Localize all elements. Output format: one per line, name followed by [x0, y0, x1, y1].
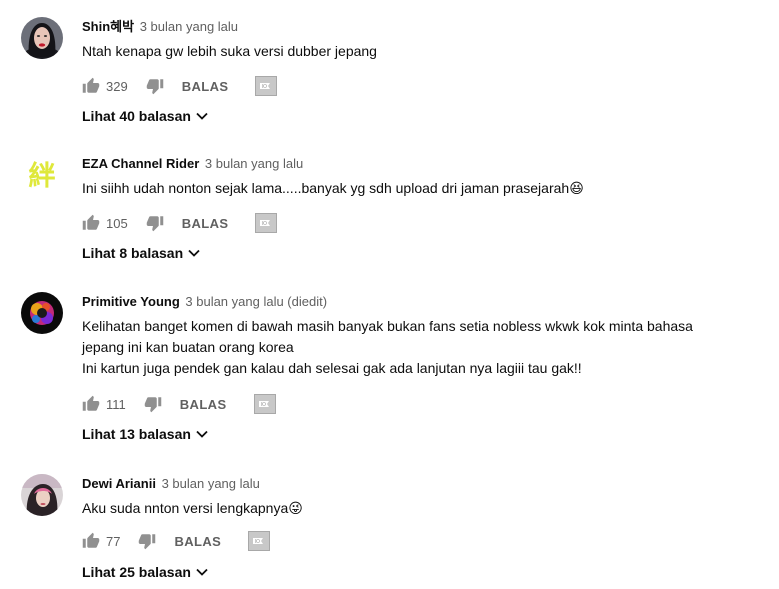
avatar-colorful-logo-icon [21, 292, 63, 334]
comment-text: Ntah kenapa gw lebih suka versi dubber j… [82, 41, 772, 62]
extension-flag-icon: IO [255, 213, 278, 233]
chevron-down-icon [196, 568, 208, 576]
svg-text:IO: IO [262, 221, 267, 227]
like-button[interactable] [82, 214, 100, 232]
like-count: 111 [106, 396, 126, 412]
dislike-button[interactable] [146, 77, 164, 95]
comment-text-line: Ini siihh udah nonton sejak lama.....ban… [82, 180, 584, 196]
extension-button[interactable]: IO [255, 213, 278, 233]
view-replies-button[interactable]: Lihat 13 balasan [82, 426, 208, 442]
comment-time[interactable]: 3 bulan yang lalu [162, 476, 260, 491]
extension-flag-icon: IO [253, 394, 276, 414]
comment-text-line: Kelihatan banget komen di bawah masih ba… [82, 318, 693, 334]
view-replies-label: Lihat 13 balasan [82, 426, 191, 442]
dislike-button[interactable] [138, 532, 156, 550]
comment-time[interactable]: 3 bulan yang lalu (diedit) [185, 294, 327, 309]
avatar[interactable] [21, 292, 63, 334]
extension-button[interactable]: IO [253, 394, 276, 414]
thumbs-up-icon [82, 395, 100, 411]
like-button[interactable] [82, 77, 100, 95]
view-replies-button[interactable]: Lihat 25 balasan [82, 564, 208, 580]
extension-flag-icon: IO [255, 76, 278, 96]
comment-text-line: Aku suda nnton versi lengkapnya😜 [82, 500, 303, 516]
avatar[interactable]: 絆 [21, 154, 63, 196]
view-replies-label: Lihat 25 balasan [82, 564, 191, 580]
reply-button[interactable]: BALAS [182, 216, 229, 231]
reply-button[interactable]: BALAS [182, 79, 229, 94]
svg-text:絆: 絆 [29, 160, 56, 192]
comment-text-line: jepang ini kan buatan orang korea [82, 339, 294, 355]
comment-time[interactable]: 3 bulan yang lalu [205, 156, 303, 171]
thumbs-up-icon [82, 214, 100, 230]
reply-button[interactable]: BALAS [174, 534, 221, 549]
avatar[interactable] [21, 17, 63, 59]
thumbs-down-icon [139, 534, 156, 550]
thumbs-down-icon [144, 397, 162, 413]
comment-actions: 111 BALAS IO [82, 393, 276, 415]
view-replies-label: Lihat 8 balasan [82, 245, 184, 261]
comment-header: Dewi Arianii 3 bulan yang lalu [82, 476, 260, 492]
comment-actions: 105 BALAS IO [82, 212, 278, 234]
chevron-down-icon [196, 430, 208, 438]
comment-actions: 77 BALAS IO [82, 530, 271, 552]
comment-header: Primitive Young 3 bulan yang lalu (diedi… [82, 294, 327, 310]
like-count: 77 [106, 533, 121, 549]
thumbs-up-icon [82, 532, 100, 548]
comment-time[interactable]: 3 bulan yang lalu [140, 19, 238, 34]
avatar-woman-photo-icon [21, 474, 63, 516]
like-count: 105 [106, 215, 128, 231]
author-name[interactable]: Dewi Arianii [82, 476, 156, 491]
like-button[interactable] [82, 395, 100, 413]
comment-actions: 329 BALAS IO [82, 75, 278, 97]
author-name[interactable]: Primitive Young [82, 294, 180, 309]
comment-text-line: Ini kartun juga pendek gan kalau dah sel… [82, 360, 582, 376]
svg-text:IO: IO [260, 402, 265, 408]
avatar-kanji-logo-icon: 絆 [21, 154, 63, 196]
dislike-button[interactable] [146, 214, 164, 232]
extension-button[interactable]: IO [255, 76, 278, 96]
avatar-woman-red-lips-icon [21, 17, 63, 59]
author-name[interactable]: Shin혜박 [82, 19, 134, 34]
thumbs-down-icon [146, 79, 163, 95]
author-name[interactable]: EZA Channel Rider [82, 156, 199, 171]
svg-text:IO: IO [255, 539, 260, 545]
comment-header: EZA Channel Rider 3 bulan yang lalu [82, 156, 303, 172]
chevron-down-icon [188, 249, 200, 257]
comment-header: Shin혜박 3 bulan yang lalu [82, 19, 238, 35]
thumbs-down-icon [146, 216, 163, 232]
view-replies-button[interactable]: Lihat 8 balasan [82, 245, 200, 261]
comment-text: Kelihatan banget komen di bawah masih ba… [82, 316, 772, 379]
avatar[interactable] [21, 474, 63, 516]
comment-text: Aku suda nnton versi lengkapnya😜 [82, 498, 772, 519]
chevron-down-icon [196, 112, 208, 120]
reply-button[interactable]: BALAS [180, 397, 227, 412]
extension-flag-icon: IO [248, 531, 271, 551]
like-count: 329 [106, 78, 128, 94]
like-button[interactable] [82, 532, 100, 550]
comment-text: Ini siihh udah nonton sejak lama.....ban… [82, 178, 772, 199]
comment-text-line: Ntah kenapa gw lebih suka versi dubber j… [82, 43, 377, 59]
extension-button[interactable]: IO [248, 531, 271, 551]
view-replies-label: Lihat 40 balasan [82, 108, 191, 124]
svg-text:IO: IO [262, 84, 267, 90]
thumbs-up-icon [82, 77, 100, 93]
view-replies-button[interactable]: Lihat 40 balasan [82, 108, 208, 124]
dislike-button[interactable] [144, 395, 162, 413]
